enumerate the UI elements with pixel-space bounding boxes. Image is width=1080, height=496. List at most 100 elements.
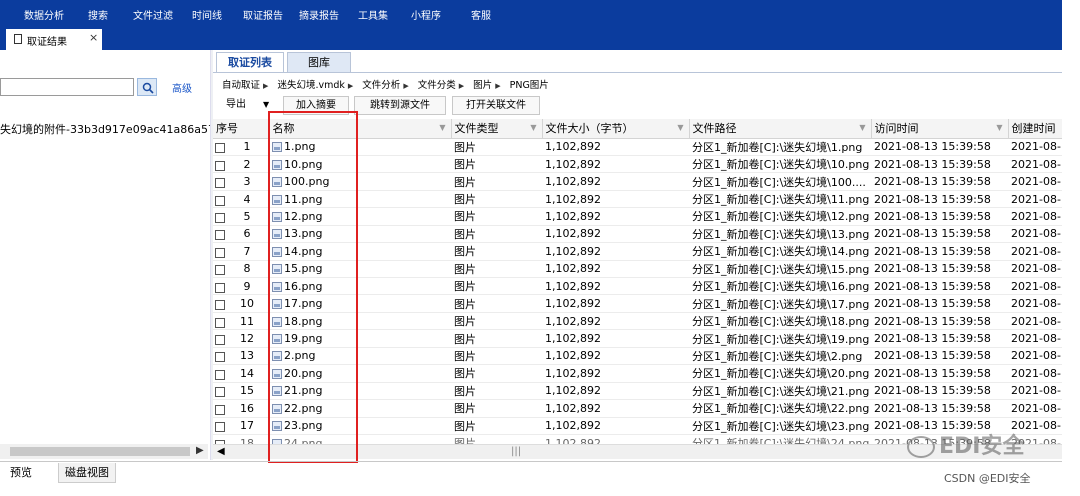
column-header-label: 名称 bbox=[272, 122, 295, 136]
column-header-size[interactable]: 文件大小（字节） ▼ bbox=[542, 119, 690, 139]
add-summary-button[interactable]: 加入摘要 bbox=[283, 96, 349, 115]
column-header-type[interactable]: 文件类型 ▼ bbox=[451, 119, 543, 139]
row-checkbox[interactable] bbox=[215, 160, 225, 171]
table-row[interactable]: 15 21.png 图片 1,102,892 分区1_新加卷[C]:\迷失幻境\21.p… bbox=[213, 382, 1062, 401]
column-header-name[interactable]: 名称 ▼ bbox=[269, 119, 452, 139]
image-file-icon bbox=[272, 403, 282, 414]
tab-preview[interactable]: 预览 bbox=[4, 463, 38, 483]
export-button[interactable]: 导出 ▼ bbox=[215, 96, 279, 115]
filter-icon[interactable]: ▼ bbox=[439, 123, 445, 132]
table-row[interactable]: 13 2.png 图片 1,102,892 分区1_新加卷[C]:\迷失幻境\2.png… bbox=[213, 347, 1062, 366]
row-path-cell: 分区1_新加卷[C]:\迷失幻境\2.png bbox=[689, 347, 871, 366]
cell-text: 图片 bbox=[454, 349, 476, 363]
advanced-search-link[interactable]: 高级 bbox=[172, 80, 192, 95]
filter-icon[interactable]: ▼ bbox=[859, 123, 865, 132]
row-checkbox[interactable] bbox=[215, 195, 225, 206]
breadcrumb-item[interactable]: 文件分类 bbox=[418, 80, 456, 91]
row-size-cell: 1,102,892 bbox=[542, 225, 689, 244]
scroll-left-icon[interactable]: ◀ bbox=[217, 446, 225, 457]
row-create-time-cell: 2021-08- bbox=[1008, 347, 1062, 366]
row-checkbox[interactable] bbox=[215, 352, 225, 363]
column-header-path[interactable]: 文件路径 ▼ bbox=[689, 119, 872, 139]
breadcrumb-item[interactable]: 文件分析 bbox=[362, 80, 400, 91]
tab-evidence-list[interactable]: 取证列表 bbox=[216, 52, 284, 72]
row-checkbox[interactable] bbox=[215, 422, 225, 433]
tab-disk-view[interactable]: 磁盘视图 bbox=[58, 463, 116, 483]
cell-text: 分区1_新加卷[C]:\迷失幻境\20.png bbox=[692, 367, 870, 381]
menu-mini-program[interactable]: 小程序 bbox=[411, 7, 441, 22]
open-related-file-button[interactable]: 打开关联文件 bbox=[452, 96, 540, 115]
row-checkbox[interactable] bbox=[215, 265, 225, 276]
jump-to-source-button[interactable]: 跳转到源文件 bbox=[354, 96, 446, 115]
menu-timeline[interactable]: 时间线 bbox=[192, 7, 222, 22]
table-header-row: 序号 名称 ▼ 文件类型 ▼ 文件大小（字节） ▼ 文件路径 ▼ 访问时间 ▼ 创建时间 bbox=[213, 119, 1062, 139]
table-row[interactable]: 3 100.png 图片 1,102,892 分区1_新加卷[C]:\迷失幻境\100.… bbox=[213, 172, 1062, 191]
breadcrumb-item[interactable]: 图片 bbox=[473, 80, 492, 91]
tab-forensic-result[interactable]: 取证结果 × bbox=[6, 29, 102, 50]
cell-text: 14.png bbox=[284, 244, 323, 258]
row-checkbox[interactable] bbox=[215, 404, 225, 415]
row-checkbox[interactable] bbox=[215, 178, 225, 189]
column-header-access-time[interactable]: 访问时间 ▼ bbox=[871, 119, 1009, 139]
row-path-cell: 分区1_新加卷[C]:\迷失幻境\10.png bbox=[689, 155, 871, 174]
row-path-cell: 分区1_新加卷[C]:\迷失幻境\1.png bbox=[689, 138, 871, 156]
table-row[interactable]: 5 12.png 图片 1,102,892 分区1_新加卷[C]:\迷失幻境\12.pn… bbox=[213, 207, 1062, 226]
filter-icon[interactable]: ▼ bbox=[677, 123, 683, 132]
table-row[interactable]: 14 20.png 图片 1,102,892 分区1_新加卷[C]:\迷失幻境\20.p… bbox=[213, 364, 1062, 383]
menu-forensic-report[interactable]: 取证报告 bbox=[243, 7, 283, 22]
table-row[interactable]: 6 13.png 图片 1,102,892 分区1_新加卷[C]:\迷失幻境\13.pn… bbox=[213, 225, 1062, 244]
column-header-index[interactable]: 序号 bbox=[213, 119, 270, 139]
row-checkbox[interactable] bbox=[215, 317, 225, 328]
row-access-time-cell: 2021-08-13 15:39:58 bbox=[871, 138, 1008, 156]
column-header-label: 文件大小（字节） bbox=[545, 122, 634, 136]
tree-item-attachment[interactable]: 失幻境的附件-33b3d917e09ac41a86a57 bbox=[0, 121, 210, 137]
chevron-right-icon: ▶ bbox=[458, 82, 465, 90]
table-row[interactable]: 1 1.png 图片 1,102,892 分区1_新加卷[C]:\迷失幻境\1.png 2… bbox=[213, 138, 1062, 156]
filter-icon[interactable]: ▼ bbox=[530, 123, 536, 132]
menu-customer-service[interactable]: 客服 bbox=[471, 7, 491, 22]
table-row[interactable]: 10 17.png 图片 1,102,892 分区1_新加卷[C]:\迷失幻境\17.p… bbox=[213, 294, 1062, 313]
row-checkbox[interactable] bbox=[215, 247, 225, 258]
menu-search[interactable]: 搜索 bbox=[88, 7, 108, 22]
row-checkbox[interactable] bbox=[215, 282, 225, 293]
row-checkbox[interactable] bbox=[215, 369, 225, 380]
close-icon[interactable]: × bbox=[89, 31, 98, 44]
row-checkbox[interactable] bbox=[215, 300, 225, 311]
menu-toolset[interactable]: 工具集 bbox=[358, 7, 388, 22]
row-index-cell: 4 bbox=[213, 190, 269, 209]
table-row[interactable]: 16 22.png 图片 1,102,892 分区1_新加卷[C]:\迷失幻境\22.p… bbox=[213, 399, 1062, 418]
breadcrumb-item[interactable]: 迷失幻境.vmdk bbox=[277, 80, 344, 91]
search-input[interactable] bbox=[0, 78, 134, 96]
table-row[interactable]: 7 14.png 图片 1,102,892 分区1_新加卷[C]:\迷失幻境\14.pn… bbox=[213, 242, 1062, 261]
table-row[interactable]: 8 15.png 图片 1,102,892 分区1_新加卷[C]:\迷失幻境\15.pn… bbox=[213, 260, 1062, 279]
filter-icon[interactable]: ▼ bbox=[996, 123, 1002, 132]
cell-text: 图片 bbox=[454, 245, 476, 259]
cell-text: 图片 bbox=[454, 384, 476, 398]
cell-text: 分区1_新加卷[C]:\迷失幻境\17.png bbox=[692, 297, 870, 311]
row-checkbox[interactable] bbox=[215, 212, 225, 223]
table-row[interactable]: 2 10.png 图片 1,102,892 分区1_新加卷[C]:\迷失幻境\10.pn… bbox=[213, 155, 1062, 174]
scrollbar-thumb[interactable] bbox=[10, 447, 190, 456]
row-checkbox[interactable] bbox=[215, 230, 225, 241]
cell-text: 1,102,892 bbox=[545, 332, 601, 346]
scrollbar-grip-icon[interactable]: ||| bbox=[511, 446, 521, 457]
menu-file-filter[interactable]: 文件过滤 bbox=[133, 7, 173, 22]
left-horizontal-scrollbar[interactable]: ▶ bbox=[0, 444, 208, 459]
scroll-right-icon[interactable]: ▶ bbox=[196, 445, 204, 456]
breadcrumb-item[interactable]: 自动取证 bbox=[222, 80, 260, 91]
menu-excerpt-report[interactable]: 摘录报告 bbox=[299, 7, 339, 22]
row-create-time-cell: 2021-08- bbox=[1008, 364, 1062, 383]
breadcrumb-item[interactable]: PNG图片 bbox=[510, 80, 549, 91]
row-name-cell: 19.png bbox=[269, 329, 451, 348]
table-row[interactable]: 12 19.png 图片 1,102,892 分区1_新加卷[C]:\迷失幻境\19.p… bbox=[213, 329, 1062, 348]
row-checkbox[interactable] bbox=[215, 387, 225, 398]
row-checkbox[interactable] bbox=[215, 143, 225, 154]
menu-data-analysis[interactable]: 数据分析 bbox=[24, 7, 64, 22]
search-button[interactable] bbox=[137, 78, 157, 96]
table-row[interactable]: 4 11.png 图片 1,102,892 分区1_新加卷[C]:\迷失幻境\11.pn… bbox=[213, 190, 1062, 209]
column-header-create-time[interactable]: 创建时间 bbox=[1008, 119, 1062, 139]
tab-gallery[interactable]: 图库 bbox=[287, 52, 351, 72]
table-row[interactable]: 9 16.png 图片 1,102,892 分区1_新加卷[C]:\迷失幻境\16.pn… bbox=[213, 277, 1062, 296]
table-row[interactable]: 11 18.png 图片 1,102,892 分区1_新加卷[C]:\迷失幻境\18.p… bbox=[213, 312, 1062, 331]
row-checkbox[interactable] bbox=[215, 335, 225, 346]
